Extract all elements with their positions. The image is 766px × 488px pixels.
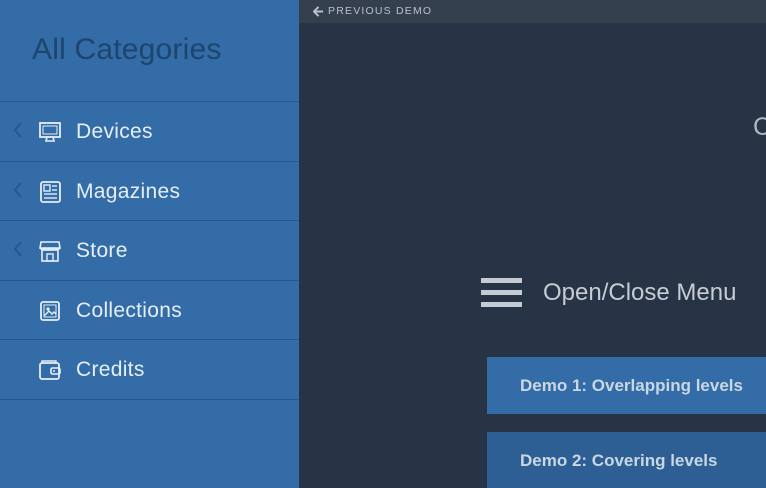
chevron-left-icon[interactable] (11, 239, 25, 259)
sidebar-item-label: Store (76, 239, 128, 262)
menu-toggle[interactable]: Open/Close Menu (481, 276, 736, 309)
sidebar-item-devices[interactable]: Devices (0, 102, 299, 162)
top-bar: PREVIOUS DEMO (299, 0, 766, 23)
newspaper-icon (40, 180, 61, 203)
chevron-left-icon[interactable] (11, 180, 25, 200)
sidebar-item-label: Magazines (76, 179, 181, 203)
sidebar: All Categories Devices Magazines Store C… (0, 0, 299, 488)
sidebar-item-magazines[interactable]: Magazines (0, 162, 299, 221)
image-icon (40, 300, 60, 321)
sidebar-item-label: Collections (76, 298, 183, 322)
sidebar-item-credits[interactable]: Credits (0, 340, 299, 400)
store-icon (39, 241, 61, 262)
sidebar-item-label: Devices (76, 120, 153, 143)
arrow-left-icon (313, 5, 324, 17)
partial-heading: C (753, 113, 766, 141)
sidebar-menu: Devices Magazines Store Collections Cred… (0, 101, 299, 400)
sidebar-item-label: Credits (76, 358, 145, 381)
sidebar-item-store[interactable]: Store (0, 221, 299, 281)
previous-demo-label: PREVIOUS DEMO (328, 5, 433, 17)
hamburger-icon[interactable] (481, 276, 522, 309)
previous-demo-link[interactable]: PREVIOUS DEMO (313, 5, 432, 17)
demo2-button[interactable]: Demo 2: Covering levels (487, 432, 766, 488)
sidebar-item-collections[interactable]: Collections (0, 281, 299, 340)
demo1-button[interactable]: Demo 1: Overlapping levels (487, 357, 766, 414)
wallet-icon (39, 360, 61, 380)
chevron-left-icon[interactable] (11, 120, 25, 140)
sidebar-title: All Categories (32, 33, 222, 66)
monitor-icon (39, 122, 61, 142)
menu-toggle-label: Open/Close Menu (543, 279, 737, 306)
